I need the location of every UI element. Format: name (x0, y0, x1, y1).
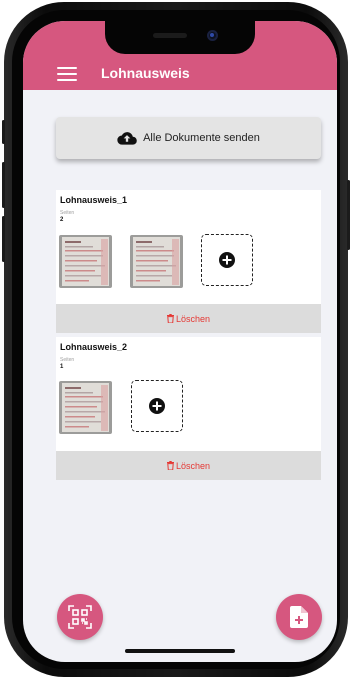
page-thumbnail[interactable] (130, 235, 183, 288)
speaker (153, 33, 187, 38)
delete-label: Löschen (175, 460, 211, 471)
trash-icon (166, 314, 174, 323)
front-camera (207, 30, 218, 41)
send-all-documents-button[interactable]: Alle Dokumente senden (56, 117, 321, 159)
document-title: Lohnausweis_1 (60, 195, 128, 205)
delete-button[interactable]: Löschen (56, 304, 321, 333)
add-page-button[interactable] (201, 234, 253, 286)
pages-label: Seiten (60, 357, 75, 363)
plus-circle-icon (219, 252, 235, 268)
power-button (347, 180, 350, 250)
pages-count: 2 (60, 217, 64, 223)
document-card: Lohnausweis_1 Seiten 2 Löschen (56, 190, 321, 333)
cloud-upload-icon (117, 132, 137, 145)
delete-button[interactable]: Löschen (56, 451, 321, 480)
trash-icon (166, 461, 174, 470)
volume-up-button (2, 162, 5, 208)
page-thumbnail[interactable] (59, 235, 112, 288)
add-page-button[interactable] (131, 380, 183, 432)
add-document-button[interactable] (276, 594, 322, 640)
document-title: Lohnausweis_2 (60, 342, 128, 352)
mute-switch (2, 120, 5, 144)
qr-scan-icon (68, 605, 92, 629)
pages-label: Seiten (60, 210, 75, 216)
document-card: Lohnausweis_2 Seiten 1 Löschen (56, 337, 321, 480)
phone-frame: Lohnausweis Alle Dokumente senden Lohnau… (2, 2, 350, 677)
page-thumbnail[interactable] (59, 381, 112, 434)
menu-icon[interactable] (57, 67, 77, 81)
pages-count: 1 (60, 364, 64, 370)
page-title: Lohnausweis (101, 65, 190, 81)
screen: Lohnausweis Alle Dokumente senden Lohnau… (23, 21, 337, 662)
add-document-icon (290, 606, 308, 628)
volume-down-button (2, 216, 5, 262)
send-all-documents-label: Alle Dokumente senden (143, 132, 260, 144)
plus-circle-icon (149, 398, 165, 414)
delete-label: Löschen (175, 313, 211, 324)
home-indicator (125, 649, 235, 653)
notch (105, 21, 255, 54)
qr-scan-button[interactable] (57, 594, 103, 640)
